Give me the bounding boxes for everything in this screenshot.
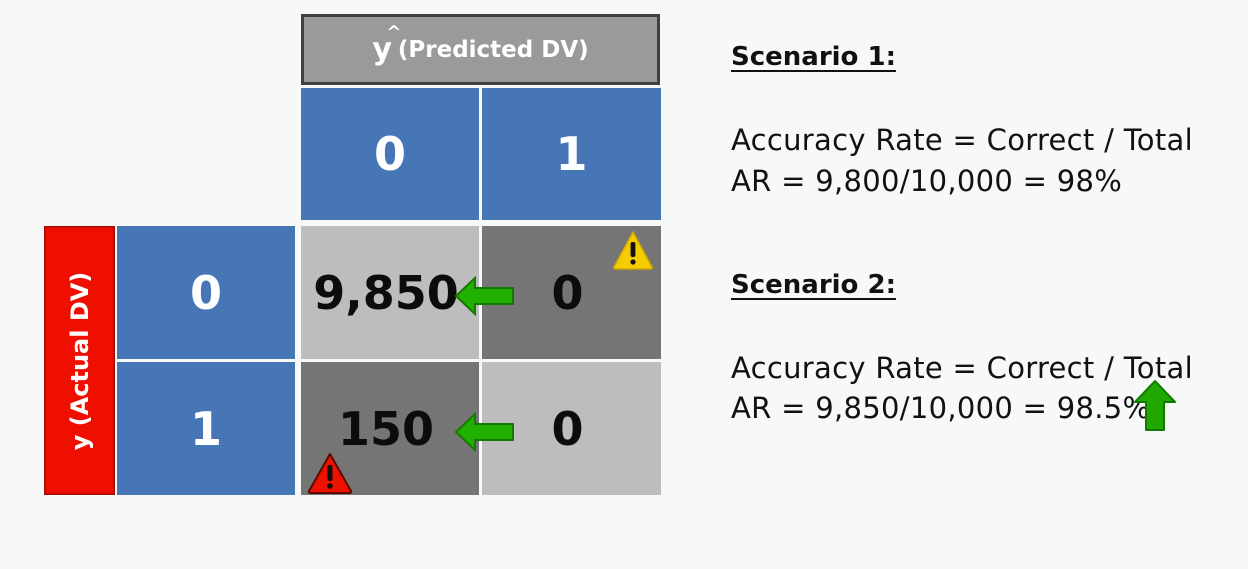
scenario-1-title: Scenario 1: — [731, 42, 896, 72]
column-label-0: 0 — [301, 88, 479, 220]
actual-dv-label: y (Actual DV) — [65, 271, 94, 450]
cell-value: 0 — [551, 265, 584, 320]
scenario-2-calc: AR = 9,850/10,000 = 98.5% — [731, 391, 1151, 425]
scenario-2-formula: Accuracy Rate = Correct / Total — [731, 351, 1193, 385]
actual-dv-header: y (Actual DV) — [44, 226, 115, 495]
row-label-1: 1 — [117, 362, 295, 495]
warning-icon — [613, 231, 653, 270]
cell-true-negative: 9,850 — [301, 226, 479, 359]
up-arrow-icon — [1134, 380, 1176, 431]
cell-value: 0 — [551, 401, 584, 456]
left-arrow-icon — [454, 411, 514, 453]
warning-icon — [307, 453, 353, 494]
cell-value: 9,850 — [313, 265, 459, 320]
y-hat-symbol: y ^ — [372, 22, 402, 67]
predicted-dv-label: (Predicted DV) — [397, 36, 589, 63]
left-arrow-icon — [454, 275, 514, 317]
column-label-1: 1 — [482, 88, 661, 220]
predicted-dv-header: y ^ (Predicted DV) — [301, 14, 660, 85]
cell-value: 150 — [337, 401, 435, 456]
scenario-1-calc: AR = 9,800/10,000 = 98% — [731, 164, 1123, 198]
scenario-2-title: Scenario 2: — [731, 270, 896, 300]
scenario-1-formula: Accuracy Rate = Correct / Total — [731, 123, 1193, 157]
row-label-0: 0 — [117, 226, 295, 359]
